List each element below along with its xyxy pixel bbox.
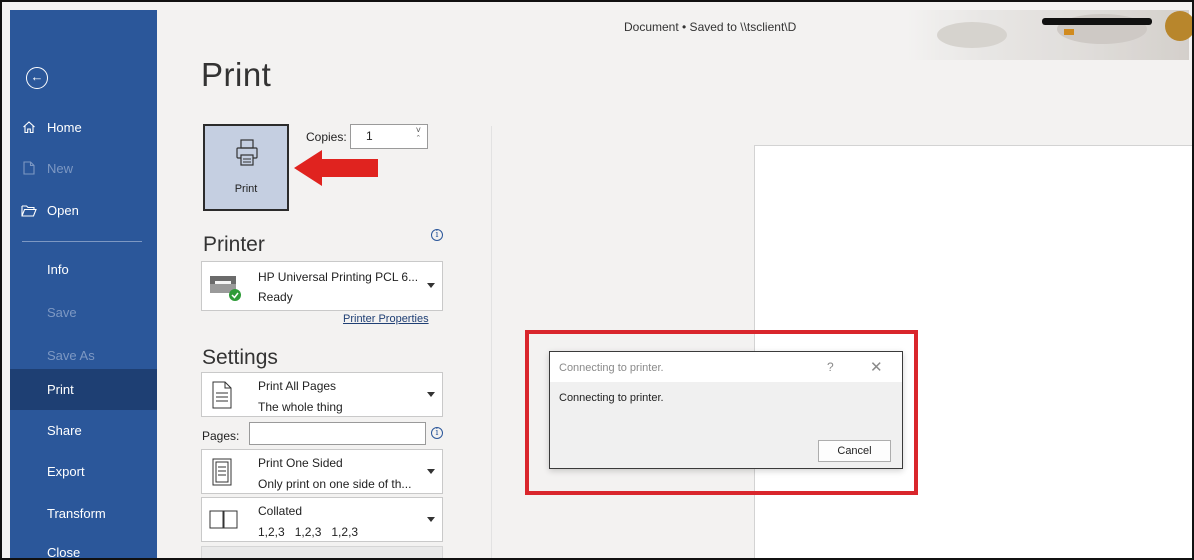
copies-label: Copies: <box>306 130 347 144</box>
sides-title: Print One Sided <box>258 456 343 470</box>
page-title: Print <box>201 56 272 93</box>
sidebar-item-label: Info <box>47 261 69 277</box>
print-range-select[interactable]: Print All Pages The whole thing <box>201 372 443 417</box>
sidebar-item-share[interactable]: Share <box>10 412 157 448</box>
copies-stepper[interactable]: 1 ˅ ˆ <box>350 124 428 149</box>
annotation-arrow-icon <box>294 150 378 186</box>
pages-input[interactable] <box>249 422 426 445</box>
printer-icon <box>235 138 259 173</box>
chevron-down-icon <box>427 468 435 474</box>
app-window: Document • Saved to \\tsclient\D ← Home … <box>0 0 1194 560</box>
backstage-sidebar: ← Home New Open Info Save Save As Print … <box>10 10 157 560</box>
home-icon <box>20 118 38 136</box>
sidebar-item-transform[interactable]: Transform <box>10 495 157 531</box>
settings-heading: Settings <box>202 346 278 369</box>
sidebar-item-home[interactable]: Home <box>10 109 157 145</box>
copies-value: 1 <box>366 129 373 143</box>
avatar[interactable] <box>1165 11 1192 41</box>
collation-subtitle: 1,2,3 1,2,3 1,2,3 <box>258 525 359 539</box>
sidebar-item-label: Save <box>47 304 77 320</box>
collation-title: Collated <box>258 504 303 518</box>
sidebar-item-close[interactable]: Close <box>10 534 157 560</box>
panel-divider <box>491 126 492 558</box>
sidebar-item-label: Export <box>47 463 85 479</box>
sidebar-item-save: Save <box>10 294 157 330</box>
printer-name: HP Universal Printing PCL 6... <box>258 270 419 284</box>
printer-select[interactable]: HP Universal Printing PCL 6... Ready <box>201 261 443 311</box>
sides-subtitle: Only print on one side of th... <box>258 477 412 491</box>
chevron-down-icon <box>427 391 435 397</box>
sidebar-item-new: New <box>10 150 157 186</box>
print-button[interactable]: Print <box>203 124 289 211</box>
printer-heading: Printer <box>203 233 265 256</box>
new-doc-icon <box>20 159 38 177</box>
chevron-down-icon <box>427 516 435 522</box>
printer-properties-link[interactable]: Printer Properties <box>343 313 429 325</box>
folder-open-icon <box>20 201 38 219</box>
printer-status: Ready <box>258 290 293 304</box>
sidebar-item-label: Open <box>47 202 79 218</box>
sidebar-item-label: Close <box>47 544 81 560</box>
next-setting-select-partial[interactable] <box>201 546 443 558</box>
sidebar-item-label: Home <box>47 119 82 135</box>
redacted-username <box>1042 18 1152 25</box>
sidebar-item-save-as: Save As <box>10 337 157 373</box>
sidebar-item-print[interactable]: Print <box>10 369 157 410</box>
pages-label: Pages: <box>202 429 240 443</box>
info-icon[interactable]: i <box>431 229 443 241</box>
print-range-title: Print All Pages <box>258 379 337 393</box>
highlight-box <box>525 330 918 495</box>
sidebar-divider <box>22 241 142 242</box>
sidebar-item-label: Save As <box>47 347 95 363</box>
sidebar-item-label: Print <box>47 382 74 397</box>
sidebar-item-label: Transform <box>47 505 106 521</box>
sides-select[interactable]: Print One Sided Only print on one side o… <box>201 449 443 494</box>
back-arrow-icon[interactable]: ← <box>26 67 48 89</box>
chevron-down-icon <box>427 283 435 288</box>
spin-arrows-icon[interactable]: ˅ ˆ <box>416 126 421 144</box>
print-range-subtitle: The whole thing <box>258 400 343 414</box>
printer-device-icon <box>208 272 242 307</box>
print-button-label: Print <box>234 183 258 195</box>
sidebar-item-label: New <box>47 160 74 176</box>
sidebar-item-export[interactable]: Export <box>10 453 157 489</box>
collation-select[interactable]: Collated 1,2,3 1,2,3 1,2,3 <box>201 497 443 542</box>
page-range-icon <box>211 381 233 414</box>
sidebar-item-label: Share <box>47 422 82 438</box>
warning-icon <box>1064 29 1074 35</box>
document-title: Document • Saved to \\tsclient\D <box>624 20 797 34</box>
one-sided-icon <box>211 458 233 491</box>
sidebar-item-info[interactable]: Info <box>10 251 157 287</box>
sidebar-item-open[interactable]: Open <box>10 192 157 228</box>
collated-icon <box>209 510 239 535</box>
info-icon[interactable]: i <box>431 427 443 439</box>
